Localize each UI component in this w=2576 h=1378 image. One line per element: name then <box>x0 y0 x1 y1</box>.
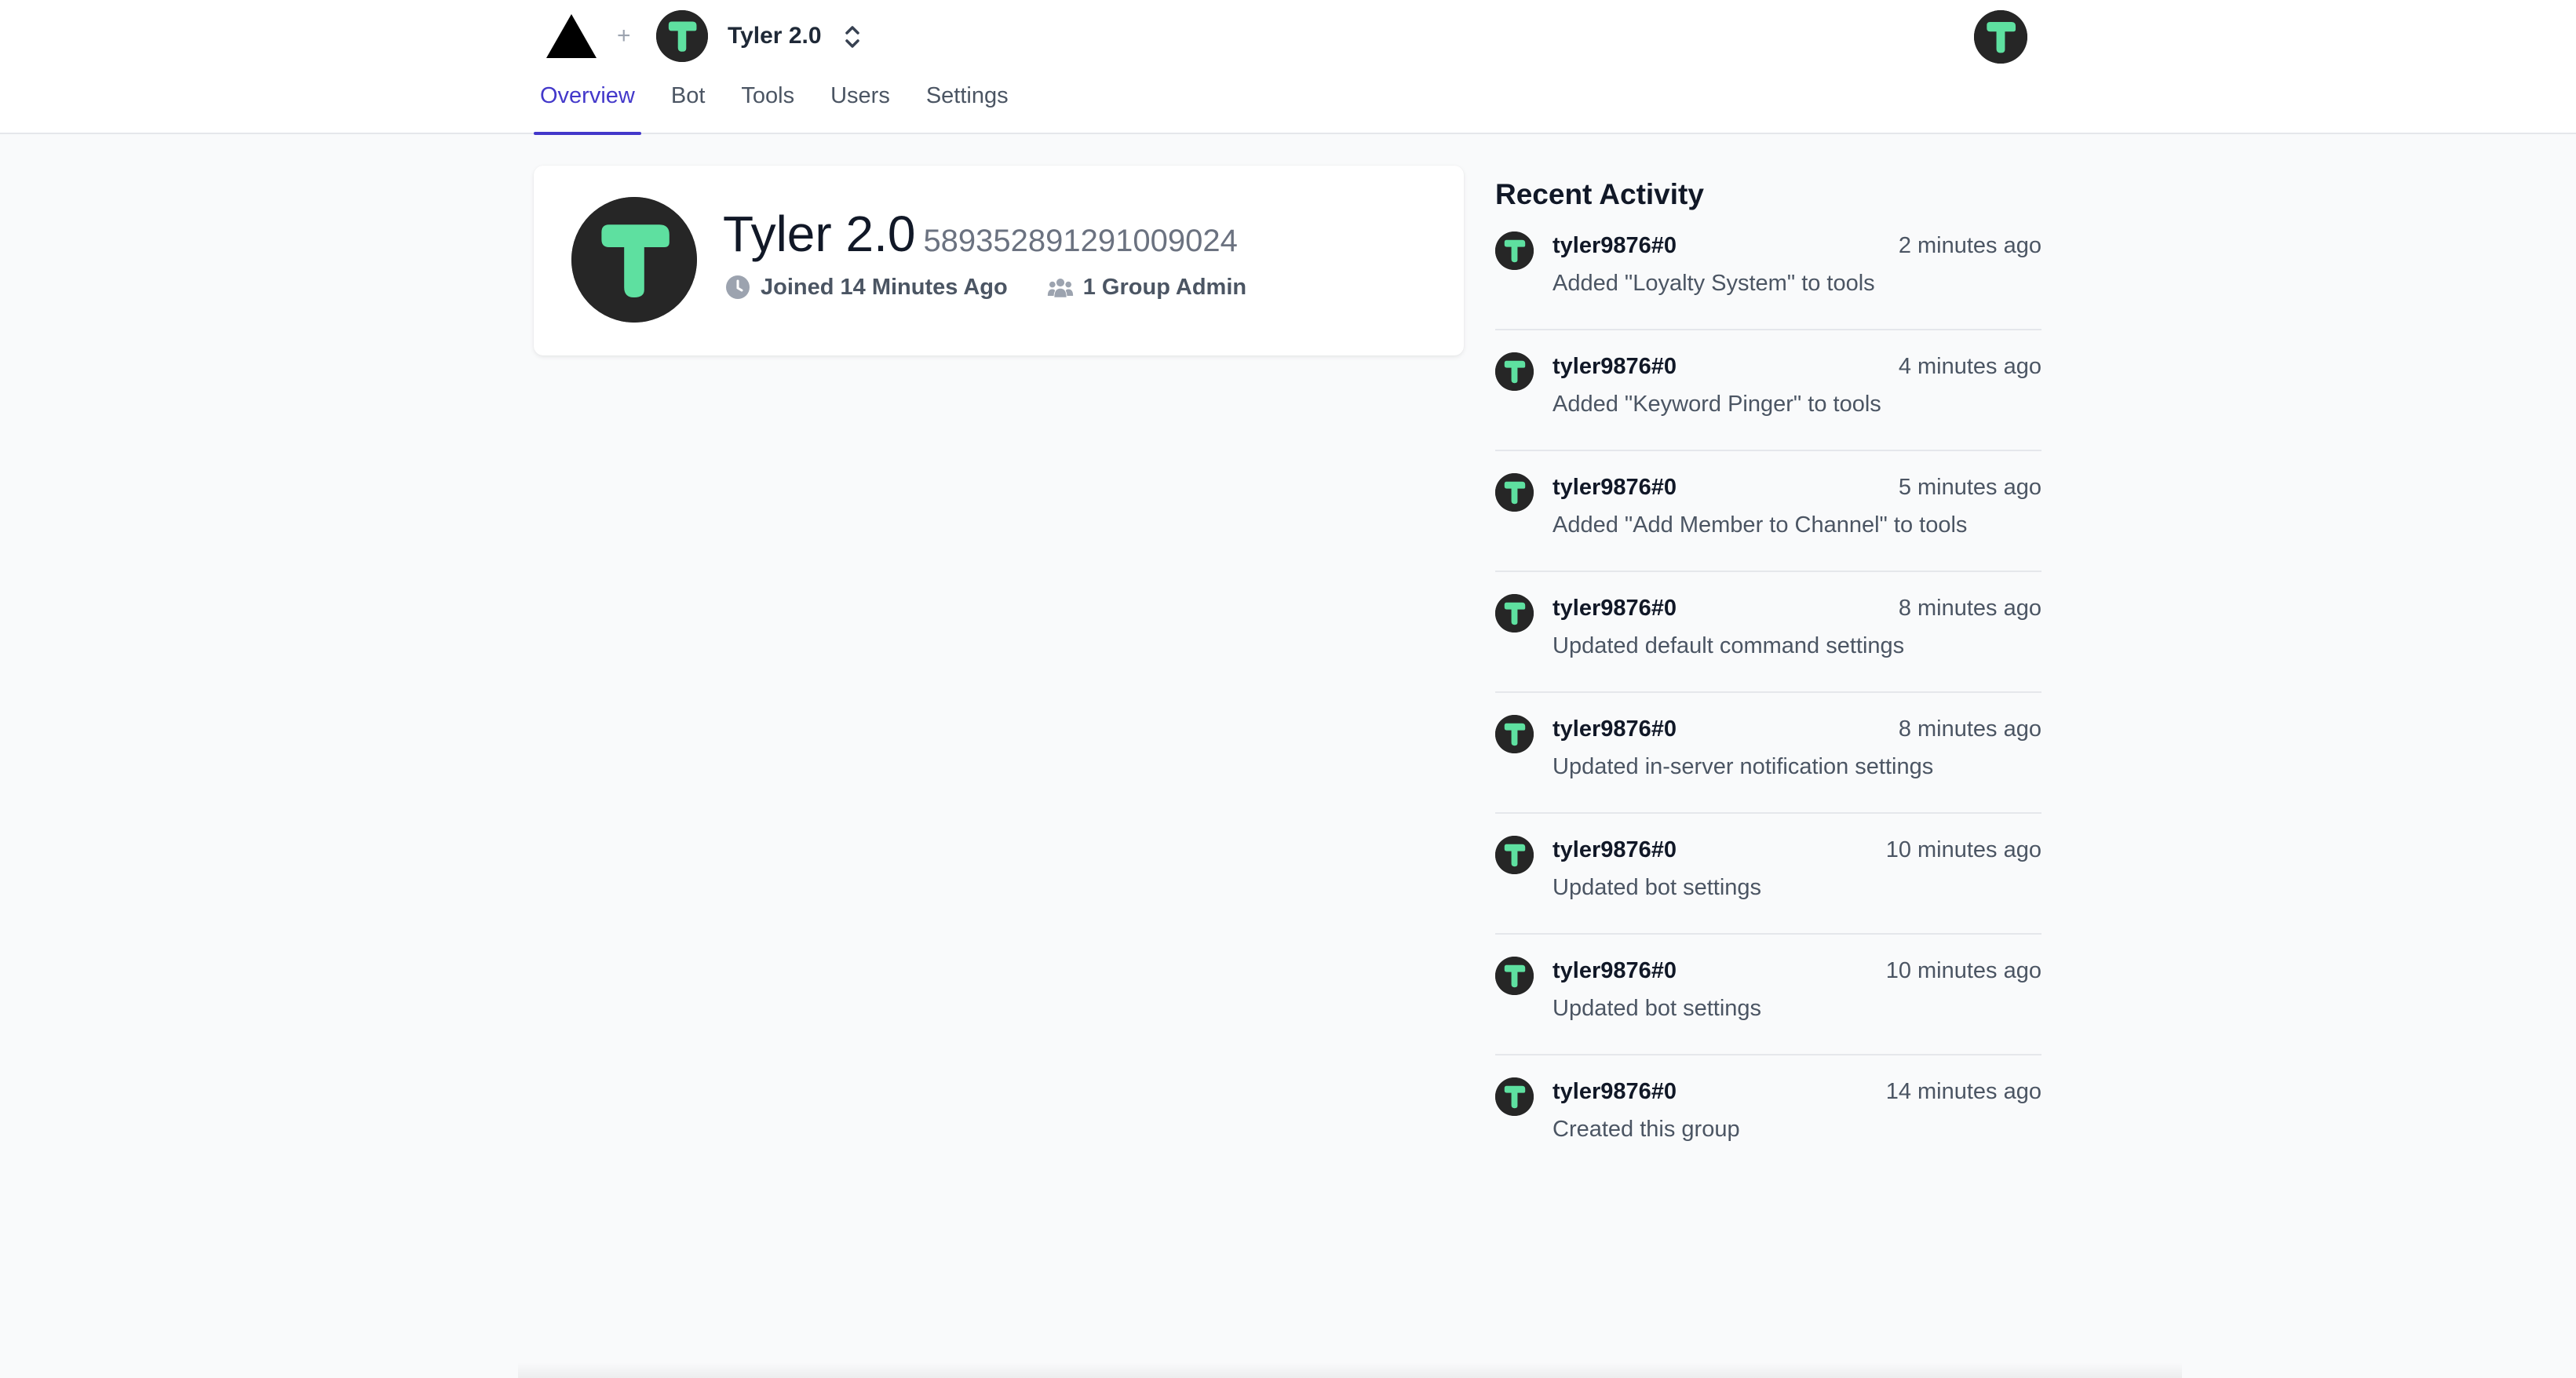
footer-shadow <box>518 1362 2182 1378</box>
top-header: + Tyler 2.0 Overview Bot Tools Users Set… <box>0 0 2576 135</box>
activity-item: tyler9876#0 4 minutes ago Added "Keyword P… <box>1495 351 2041 451</box>
activity-description: Added "Loyalty System" to tools <box>1553 271 1875 296</box>
activity-time: 10 minutes ago <box>1885 958 2041 983</box>
activity-user-avatar <box>1495 594 1534 632</box>
recent-activity-panel: Recent Activity tyler9876#0 2 minutes ago… <box>1495 177 2041 1154</box>
triangle-logo-icon[interactable] <box>546 14 597 58</box>
admins-meta: 1 Group Admin <box>1047 274 1246 301</box>
users-icon <box>1047 278 1073 297</box>
activity-item: tyler9876#0 5 minutes ago Added "Add Membe… <box>1495 472 2041 572</box>
activity-item: tyler9876#0 2 minutes ago Added "Loyalty S… <box>1495 230 2041 330</box>
activity-user: tyler9876#0 <box>1553 837 1677 862</box>
activity-description: Updated default command settings <box>1553 633 1905 658</box>
chevron-up-down-icon[interactable] <box>841 22 863 52</box>
activity-time: 8 minutes ago <box>1898 596 2041 621</box>
tab-users[interactable]: Users <box>824 78 896 134</box>
activity-user-avatar <box>1495 957 1534 995</box>
activity-user: tyler9876#0 <box>1553 958 1677 983</box>
bot-avatar <box>571 197 697 323</box>
plus-icon: + <box>617 23 631 49</box>
activity-time: 10 minutes ago <box>1885 837 2041 862</box>
activity-user-avatar <box>1495 1077 1534 1116</box>
activity-time: 8 minutes ago <box>1898 716 2041 742</box>
tab-bar: Overview Bot Tools Users Settings <box>534 78 1038 135</box>
activity-user-avatar <box>1495 352 1534 391</box>
activity-user: tyler9876#0 <box>1553 1079 1677 1104</box>
activity-user-avatar <box>1495 473 1534 512</box>
activity-item: tyler9876#0 8 minutes ago Updated in-serve… <box>1495 713 2041 814</box>
activity-user: tyler9876#0 <box>1553 354 1677 379</box>
clock-icon <box>726 275 750 299</box>
activity-item: tyler9876#0 10 minutes ago Updated bot set… <box>1495 834 2041 935</box>
joined-meta: Joined 14 Minutes Ago <box>724 274 1008 301</box>
activity-time: 5 minutes ago <box>1898 475 2041 500</box>
activity-user-avatar <box>1495 231 1534 270</box>
activity-user: tyler9876#0 <box>1553 233 1677 258</box>
tab-settings[interactable]: Settings <box>920 78 1015 134</box>
activity-item: tyler9876#0 8 minutes ago Updated default … <box>1495 592 2041 693</box>
user-avatar[interactable] <box>1974 10 2027 64</box>
bot-title: Tyler 2.0 589352891291009024 <box>723 205 1238 270</box>
recent-activity-title: Recent Activity <box>1495 178 1704 210</box>
activity-description: Added "Keyword Pinger" to tools <box>1553 392 1881 417</box>
tab-tools[interactable]: Tools <box>735 78 801 134</box>
activity-user: tyler9876#0 <box>1553 475 1677 500</box>
activity-user: tyler9876#0 <box>1553 596 1677 621</box>
activity-description: Created this group <box>1553 1117 1740 1142</box>
group-name[interactable]: Tyler 2.0 <box>728 20 822 52</box>
bot-meta: Joined 14 Minutes Ago 1 Group Admin <box>724 274 1286 301</box>
activity-description: Updated in-server notification settings <box>1553 754 1934 779</box>
activity-description: Updated bot settings <box>1553 996 1762 1021</box>
activity-item: tyler9876#0 10 minutes ago Updated bot set… <box>1495 955 2041 1055</box>
activity-user-avatar <box>1495 715 1534 753</box>
activity-list: tyler9876#0 2 minutes ago Added "Loyalty S… <box>1495 230 2041 1154</box>
activity-user: tyler9876#0 <box>1553 716 1677 742</box>
activity-description: Added "Add Member to Channel" to tools <box>1553 512 1968 538</box>
admins-text: 1 Group Admin <box>1082 274 1247 300</box>
joined-text: Joined 14 Minutes Ago <box>761 274 1008 300</box>
group-avatar[interactable] <box>656 10 708 62</box>
activity-user-avatar <box>1495 836 1534 874</box>
bot-name: Tyler 2.0 <box>723 206 916 262</box>
activity-item: tyler9876#0 14 minutes ago Created this gr… <box>1495 1076 2041 1154</box>
bot-overview-card: Tyler 2.0 589352891291009024 Joined 14 Mi… <box>534 166 1464 355</box>
activity-time: 14 minutes ago <box>1885 1079 2041 1104</box>
activity-time: 4 minutes ago <box>1898 354 2041 379</box>
tab-bot[interactable]: Bot <box>665 78 712 134</box>
activity-time: 2 minutes ago <box>1898 233 2041 258</box>
bot-id: 589352891291009024 <box>923 224 1238 258</box>
tab-overview[interactable]: Overview <box>534 78 641 135</box>
activity-description: Updated bot settings <box>1553 875 1762 900</box>
